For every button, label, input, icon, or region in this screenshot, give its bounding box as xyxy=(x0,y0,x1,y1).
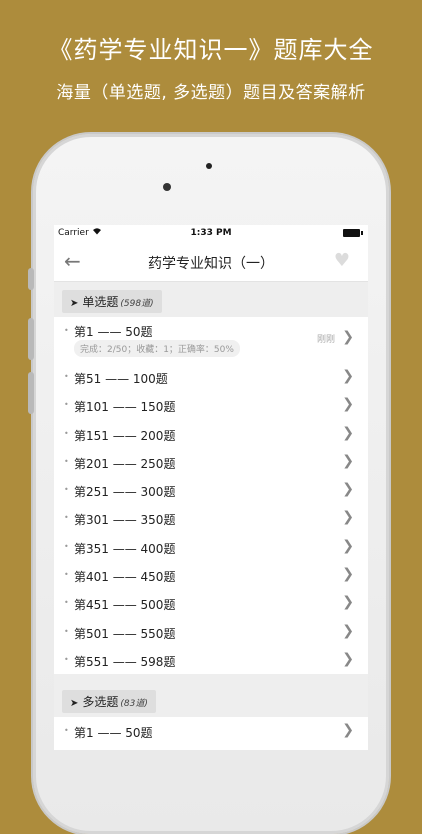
bullet-icon: • xyxy=(64,570,69,580)
chevron-right-icon: ❯ xyxy=(342,622,354,639)
section-title: 多选题 xyxy=(82,695,119,710)
list-item[interactable]: • 第1 —— 50题 ❯ xyxy=(54,717,368,745)
chevron-right-icon: ❯ xyxy=(342,650,354,667)
promo-title: 《药学专业知识一》题库大全 xyxy=(48,36,374,64)
section-header-multiple: ➤ 多选题 (83道) xyxy=(62,690,156,714)
progress-stats: 完成：2/50；收藏：1；正确率：50% xyxy=(74,340,240,357)
chevron-right-icon: ❯ xyxy=(342,424,354,441)
list-item[interactable]: • 第551 —— 598题 ❯ xyxy=(54,646,368,674)
bullet-icon: • xyxy=(64,654,69,664)
bullet-icon: • xyxy=(64,456,69,466)
item-label: 第351 —— 400题 xyxy=(74,541,176,556)
chevron-right-icon: ❯ xyxy=(342,452,354,469)
item-label: 第501 —— 550题 xyxy=(74,626,176,641)
chevron-right-icon: ❯ xyxy=(342,594,354,611)
bullet-icon: • xyxy=(64,513,69,523)
chevron-right-icon: ❯ xyxy=(342,481,354,498)
bullet-icon: • xyxy=(64,326,69,335)
chevron-right-icon: ❯ xyxy=(342,396,354,413)
bullet-icon: • xyxy=(64,726,69,736)
list-item[interactable]: • 第301 —— 350题 ❯ xyxy=(54,504,368,532)
status-time: 1:33 PM xyxy=(190,228,232,238)
list-item[interactable]: • 第501 —— 550题 ❯ xyxy=(54,618,368,646)
list-item[interactable]: • 第251 —— 300题 ❯ xyxy=(54,476,368,504)
item-label: 第151 —— 200题 xyxy=(74,428,176,443)
list-item[interactable]: • 第351 —— 400题 ❯ xyxy=(54,533,368,561)
bullet-icon: • xyxy=(64,428,69,438)
item-label: 第251 —— 300题 xyxy=(74,485,176,500)
chevron-right-icon: ❯ xyxy=(342,329,354,345)
list-item[interactable]: • 第401 —— 450题 ❯ xyxy=(54,561,368,589)
section-divider xyxy=(54,674,368,691)
page-title: 药学专业知识（一） xyxy=(148,256,274,272)
app-screen: Carrier 1:33 PM ← 药学专业知识（一） ♥ ➤ 单选题 (598道)… xyxy=(54,225,368,750)
section-count: (598道) xyxy=(120,299,154,309)
list-item[interactable]: • 第201 —— 250题 ❯ xyxy=(54,448,368,476)
bullet-icon: • xyxy=(64,485,69,495)
chevron-right-icon: ❯ xyxy=(342,537,354,554)
bullet-icon: • xyxy=(64,598,69,608)
item-label: 第201 —— 250题 xyxy=(74,456,176,471)
promo-subtitle: 海量（单选题, 多选题）题目及答案解析 xyxy=(56,83,366,103)
mute-switch xyxy=(28,268,34,290)
item-label: 第551 —— 598题 xyxy=(74,654,176,669)
location-arrow-icon: ➤ xyxy=(70,298,79,309)
heart-icon[interactable]: ♥ xyxy=(334,250,350,271)
bullet-icon: • xyxy=(64,372,69,381)
item-label: 第1 —— 50题 xyxy=(74,726,153,741)
list-item[interactable]: • 第151 —— 200题 ❯ xyxy=(54,420,368,448)
list-item[interactable]: • 第451 —— 500题 ❯ xyxy=(54,589,368,617)
front-camera xyxy=(163,183,171,191)
bullet-icon: • xyxy=(64,541,69,551)
chevron-right-icon: ❯ xyxy=(342,368,354,384)
status-bar: Carrier 1:33 PM xyxy=(54,225,368,243)
list-item[interactable]: • 第1 —— 50题 完成：2/50；收藏：1；正确率：50% 刚刚 ❯ xyxy=(54,317,368,363)
recent-tag: 刚刚 xyxy=(316,335,335,345)
battery-icon xyxy=(343,229,363,237)
chevron-right-icon: ❯ xyxy=(342,722,354,739)
proximity-sensor xyxy=(206,163,212,169)
chevron-right-icon: ❯ xyxy=(342,509,354,526)
bullet-icon: • xyxy=(64,400,69,410)
bullet-icon: • xyxy=(64,626,69,636)
item-label: 第451 —— 500题 xyxy=(74,598,176,613)
volume-up-button xyxy=(28,318,34,360)
list-item[interactable]: • 第51 —— 100题 ❯ xyxy=(54,363,368,391)
section-count: (83道) xyxy=(120,699,148,710)
single-choice-list: • 第1 —— 50题 完成：2/50；收藏：1；正确率：50% 刚刚 ❯ • 第… xyxy=(54,317,368,675)
item-label: 第301 —— 350题 xyxy=(74,513,176,528)
nav-bar: ← 药学专业知识（一） ♥ xyxy=(54,243,368,282)
list-item[interactable]: • 第101 —— 150题 ❯ xyxy=(54,391,368,419)
multiple-choice-list: • 第1 —— 50题 ❯ xyxy=(54,717,368,746)
volume-down-button xyxy=(28,372,34,414)
item-label: 第51 —— 100题 xyxy=(74,372,168,386)
section-title: 单选题 xyxy=(82,295,119,309)
question-sections: ➤ 单选题 (598道) • 第1 —— 50题 完成：2/50；收藏：1；正确率：… xyxy=(54,282,368,746)
item-label: 第401 —— 450题 xyxy=(74,570,176,585)
section-header-single: ➤ 单选题 (598道) xyxy=(62,290,162,313)
chevron-right-icon: ❯ xyxy=(342,566,354,583)
item-label: 第1 —— 50题 xyxy=(74,325,153,339)
location-arrow-icon: ➤ xyxy=(70,698,79,710)
item-label: 第101 —— 150题 xyxy=(74,400,176,415)
